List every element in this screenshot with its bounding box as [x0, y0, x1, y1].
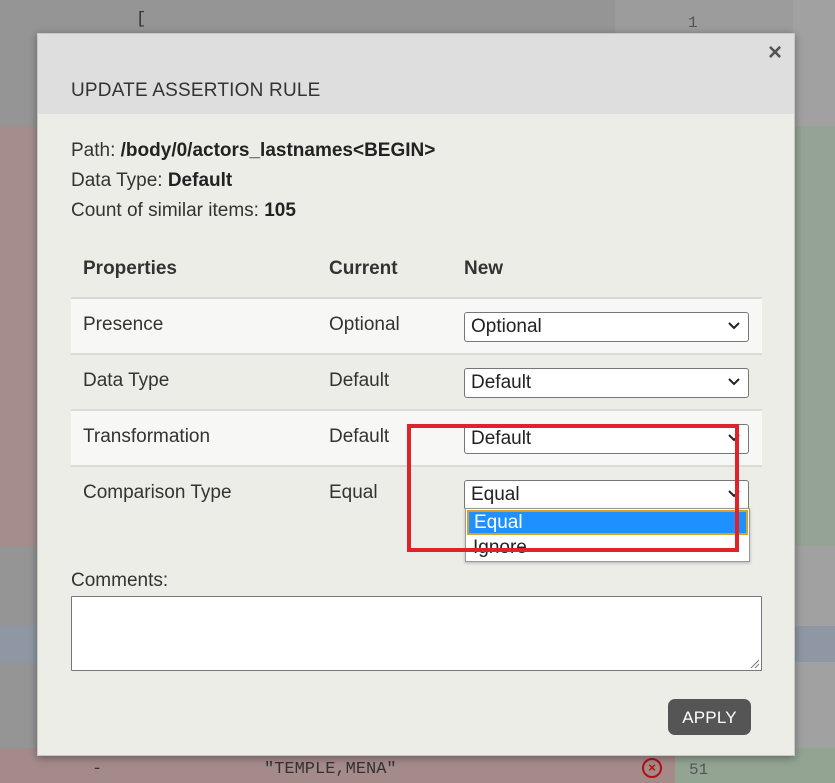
chevron-down-icon: [728, 378, 740, 386]
row-current: Default: [329, 426, 390, 447]
data-type-value: Default: [167, 170, 233, 191]
transformation-select[interactable]: Default: [464, 424, 749, 454]
data-type-label: Data Type:: [71, 170, 163, 191]
update-assertion-rule-modal: UPDATE ASSERTION RULE × Path: /body/0/ac…: [37, 33, 795, 756]
count-line: Count of similar items: 105: [71, 200, 296, 222]
comments-label: Comments:: [71, 570, 169, 591]
comparison-type-select[interactable]: Equal: [464, 480, 749, 510]
comments-textarea[interactable]: [71, 596, 762, 671]
data-type-select-value: Default: [471, 372, 532, 393]
modal-header: UPDATE ASSERTION RULE ×: [38, 34, 794, 114]
bg-top-bracket: [: [136, 10, 147, 29]
presence-select-value: Optional: [471, 316, 542, 337]
chevron-down-icon: [728, 322, 740, 330]
properties-table: Properties Current New Presence Optional…: [71, 250, 762, 521]
chevron-down-icon: [728, 434, 740, 442]
row-property: Comparison Type: [83, 482, 232, 503]
path-value: /body/0/actors_lastnames<BEGIN>: [120, 140, 436, 161]
row-current: Default: [329, 370, 390, 391]
bg-bottom-line-number: 51: [689, 761, 709, 779]
header-current: Current: [329, 258, 398, 279]
table-header: Properties Current New: [71, 250, 762, 297]
presence-select[interactable]: Optional: [464, 312, 749, 342]
chevron-down-icon: [728, 490, 740, 498]
comparison-type-select-value: Equal: [471, 484, 520, 505]
row-property: Presence: [83, 314, 164, 335]
data-type-select[interactable]: Default: [464, 368, 749, 398]
count-value: 105: [264, 200, 296, 221]
apply-button[interactable]: APPLY: [668, 699, 751, 735]
modal-title: UPDATE ASSERTION RULE: [71, 80, 321, 101]
bg-bottom-dash: -: [92, 760, 103, 779]
bg-bottom-value: "TEMPLE,MENA": [264, 760, 397, 779]
option-equal[interactable]: Equal: [467, 510, 748, 535]
table-row: Data Type Default Default: [71, 353, 762, 409]
count-label: Count of similar items:: [71, 200, 259, 221]
row-property: Transformation: [83, 426, 211, 447]
table-row: Transformation Default Default: [71, 409, 762, 465]
circle-x-icon[interactable]: ×: [642, 758, 662, 778]
row-current: Optional: [329, 314, 400, 335]
path-line: Path: /body/0/actors_lastnames<BEGIN>: [71, 140, 435, 162]
header-new: New: [464, 258, 504, 279]
transformation-select-value: Default: [471, 428, 532, 449]
row-property: Data Type: [83, 370, 170, 391]
table-row: Presence Optional Optional: [71, 297, 762, 353]
bg-top-line-number: 1: [688, 14, 698, 32]
close-icon[interactable]: ×: [764, 40, 786, 66]
bg-added-zone-right: [793, 126, 835, 546]
path-label: Path:: [71, 140, 116, 161]
option-ignore[interactable]: Ignore: [467, 536, 748, 561]
resize-grip-icon[interactable]: [749, 658, 759, 668]
comparison-type-dropdown-list: Equal Ignore: [465, 508, 750, 562]
row-current: Equal: [329, 482, 378, 503]
header-properties: Properties: [83, 258, 177, 279]
data-type-line: Data Type: Default: [71, 170, 232, 192]
